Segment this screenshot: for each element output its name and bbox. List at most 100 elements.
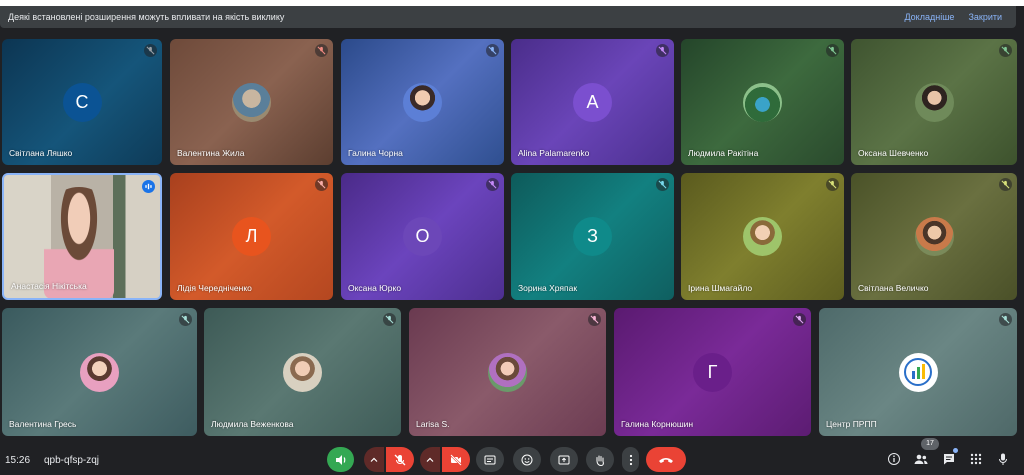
participant-name: Ірина Шмагайло — [688, 283, 753, 293]
mic-muted-icon — [588, 313, 601, 326]
present-screen-button[interactable] — [550, 447, 578, 472]
participant-name: Галина Чорна — [348, 148, 403, 158]
participant-tile[interactable]: Валентина Жила — [170, 39, 333, 165]
participant-tile[interactable]: О Оксана Юрко — [341, 173, 504, 300]
mic-muted-icon — [144, 44, 157, 57]
leave-call-button[interactable] — [646, 447, 686, 472]
avatar-initial: Л — [245, 226, 258, 246]
participant-name: Галина Корнюшин — [621, 419, 694, 429]
avatar-photo — [403, 82, 442, 122]
participant-tile[interactable]: Галина Чорна — [341, 39, 504, 165]
avatar-initial: З — [587, 226, 598, 246]
present-icon — [558, 455, 570, 464]
audio-output-button[interactable] — [327, 447, 354, 472]
host-controls-button[interactable] — [993, 449, 1013, 469]
mic-muted-icon — [179, 313, 192, 326]
participant-tile[interactable]: Л Лідія Чередніченко — [170, 173, 333, 300]
apps-grid-icon — [970, 453, 982, 465]
participant-name: Людмила Ракітіна — [688, 148, 759, 158]
captions-icon — [484, 455, 496, 464]
mic-muted-icon — [999, 313, 1012, 326]
mic-muted-icon — [999, 178, 1012, 191]
banner-message: Деякі встановлені розширення можуть впли… — [8, 12, 285, 22]
participant-name: Людмила Веженкова — [211, 419, 294, 429]
emoji-icon — [521, 454, 533, 465]
mic-muted-icon — [315, 44, 328, 57]
participant-name: Світлана Величко — [858, 283, 929, 293]
more-options-button[interactable] — [622, 447, 639, 472]
speaker-icon — [335, 454, 345, 465]
clock: 15:26 — [5, 455, 31, 466]
banner-close-link[interactable]: Закрити — [968, 12, 1002, 22]
people-icon — [914, 454, 928, 464]
participant-tile[interactable]: Larisa S. — [409, 308, 606, 436]
meeting-code: qpb-qfsp-zqj — [44, 455, 100, 466]
participant-tile[interactable]: A Alina Palamarenko — [511, 39, 674, 165]
mic-muted-icon — [486, 44, 499, 57]
participant-name: Центр ПРПП — [826, 419, 877, 429]
participant-tile[interactable]: Оксана Шевченко — [851, 39, 1017, 165]
participant-name: Лідія Чередніченко — [177, 283, 252, 293]
participant-tile[interactable]: Центр ПРПП — [819, 308, 1017, 436]
participant-name: Світлана Ляшко — [9, 148, 73, 158]
avatar-photo — [80, 352, 119, 392]
banner-more-link[interactable]: Докладніше — [904, 12, 954, 22]
mic-muted-icon — [383, 313, 396, 326]
activities-button[interactable] — [966, 449, 986, 469]
participant-name: Larisa S. — [416, 419, 450, 429]
raise-hand-button[interactable] — [586, 447, 614, 472]
participant-name: Валентина Гресь — [9, 419, 77, 429]
mic-options-button[interactable] — [364, 447, 384, 472]
chat-unread-dot — [953, 448, 958, 453]
avatar-initial: Г — [707, 361, 718, 382]
participant-tile[interactable]: Г Галина Корнюшин — [614, 308, 811, 436]
organization-logo-icon — [904, 358, 932, 386]
captions-button[interactable] — [476, 447, 504, 472]
meeting-details-button[interactable] — [884, 449, 904, 469]
speaking-indicator-icon — [142, 180, 155, 193]
participant-tile[interactable]: С Світлана Ляшко — [2, 39, 162, 165]
camera-toggle-button[interactable] — [442, 447, 470, 472]
camera-off-icon — [450, 453, 462, 466]
participant-tile[interactable]: Людмила Ракітіна — [681, 39, 844, 165]
people-button[interactable] — [911, 449, 931, 469]
avatar-initial: С — [75, 91, 89, 112]
camera-options-button[interactable] — [420, 447, 440, 472]
hang-up-icon — [659, 457, 673, 463]
logo-avatar — [898, 352, 938, 392]
mic-muted-icon — [486, 178, 499, 191]
mic-muted-icon — [315, 178, 328, 191]
participant-tile[interactable]: Світлана Величко — [851, 173, 1017, 300]
chevron-up-icon — [370, 457, 378, 462]
participant-tile[interactable]: Ірина Шмагайло — [681, 173, 844, 300]
participant-tile[interactable]: Людмила Веженкова — [204, 308, 401, 436]
avatar-photo — [283, 352, 322, 392]
extensions-warning-banner: Деякі встановлені розширення можуть впли… — [0, 6, 1016, 28]
participant-tile[interactable]: З Зорина Хряпак — [511, 173, 674, 300]
participant-name: Валентина Жила — [177, 148, 245, 158]
participant-name: Зорина Хряпак — [518, 283, 578, 293]
more-vert-icon — [629, 454, 632, 465]
lock-person-icon — [999, 453, 1007, 465]
avatar-photo — [743, 217, 782, 256]
participant-name: Оксана Юрко — [348, 283, 402, 293]
avatar: Л — [232, 217, 271, 256]
mic-muted-icon — [656, 178, 669, 191]
avatar-photo — [914, 217, 954, 256]
mic-muted-icon — [793, 313, 806, 326]
participants-count-badge: 17 — [921, 438, 939, 450]
participant-tile-camera[interactable]: Анастасія Нікітська — [2, 173, 162, 300]
avatar-photo — [232, 82, 271, 122]
avatar-photo — [914, 82, 954, 122]
participant-name: Анастасія Нікітська — [11, 281, 87, 291]
mic-off-icon — [394, 454, 406, 465]
avatar: З — [573, 217, 612, 256]
avatar: С — [62, 82, 102, 122]
reactions-button[interactable] — [513, 447, 541, 472]
mic-muted-icon — [826, 178, 839, 191]
participant-tile[interactable]: Валентина Гресь — [2, 308, 197, 436]
chevron-up-icon — [426, 457, 434, 462]
info-icon — [888, 453, 900, 465]
mic-toggle-button[interactable] — [386, 447, 414, 472]
avatar-photo — [488, 352, 527, 392]
